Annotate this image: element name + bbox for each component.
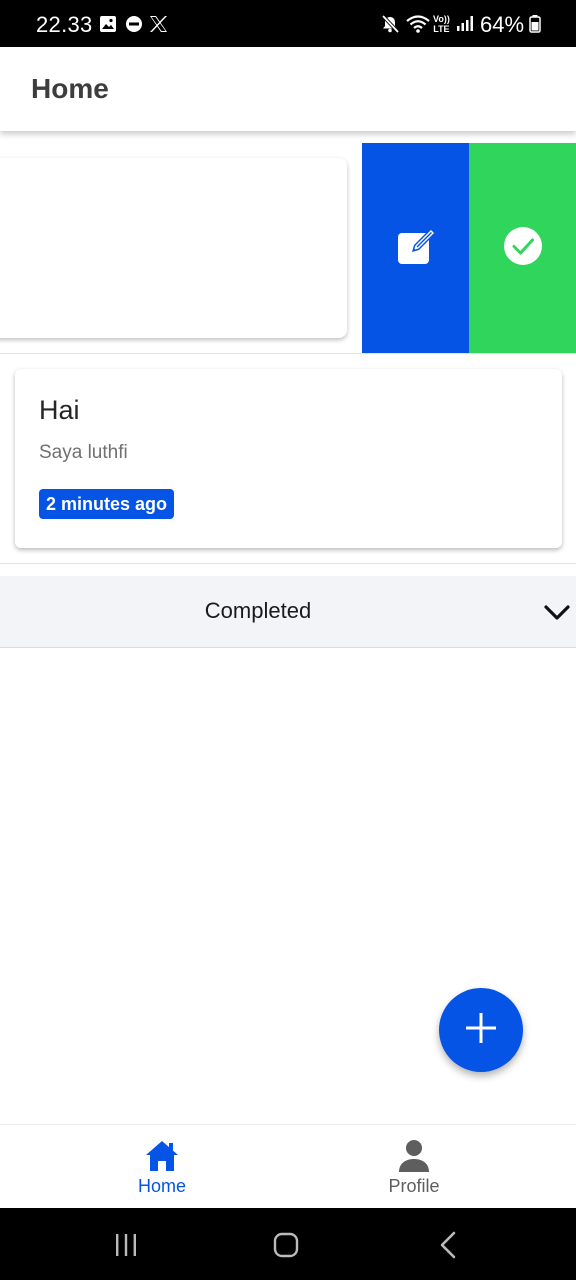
task-card[interactable]: Hai Saya luthfi 2 minutes ago [15, 369, 562, 548]
back-button[interactable] [428, 1230, 468, 1260]
signal-icon [456, 0, 474, 47]
completed-label: Completed [204, 598, 312, 623]
system-navigation-bar [0, 1208, 576, 1280]
swiped-task-row[interactable] [0, 143, 576, 353]
nav-item-profile[interactable]: Profile [334, 1125, 494, 1209]
nav-label-home: Home [137, 1176, 186, 1196]
swiped-task-card[interactable] [0, 158, 347, 338]
task-description: Saya luthfi [39, 442, 128, 463]
check-circle-icon [502, 225, 544, 272]
task-title: Hai [39, 395, 80, 425]
divider [0, 563, 576, 564]
nav-label-profile: Profile [388, 1176, 440, 1196]
time-badge: 2 minutes ago [39, 489, 175, 519]
wifi-icon [405, 0, 431, 47]
home-icon [144, 1139, 180, 1173]
x-icon [149, 0, 168, 47]
complete-task-button[interactable] [469, 143, 576, 353]
edit-task-button[interactable] [362, 143, 469, 353]
battery-percent: 64% [480, 12, 525, 37]
battery-icon [529, 0, 541, 47]
recent-apps-button[interactable] [106, 1230, 146, 1260]
mute-icon [380, 0, 400, 47]
chevron-down-icon [542, 600, 572, 624]
person-icon [396, 1139, 432, 1173]
status-time: 22.33 [36, 12, 93, 37]
app-bar: Home [0, 47, 576, 131]
divider [0, 353, 576, 354]
volte-top-text: Vo)) [433, 13, 450, 24]
volte-icon: Vo)) LTE [433, 0, 450, 47]
home-system-button[interactable] [266, 1230, 306, 1260]
page-title: Home [31, 73, 109, 104]
nav-item-home[interactable]: Home [82, 1125, 242, 1209]
plus-icon [464, 1011, 498, 1050]
status-bar: 22.33 Vo)) LTE 64% [0, 0, 576, 47]
volte-bottom-text: LTE [433, 23, 450, 34]
completed-section-toggle[interactable]: Completed [0, 576, 576, 648]
do-not-disturb-icon [125, 0, 143, 47]
edit-icon [395, 225, 437, 272]
bottom-navigation: Home Profile [0, 1124, 576, 1208]
add-task-button[interactable] [439, 988, 523, 1072]
gallery-icon [99, 0, 117, 47]
